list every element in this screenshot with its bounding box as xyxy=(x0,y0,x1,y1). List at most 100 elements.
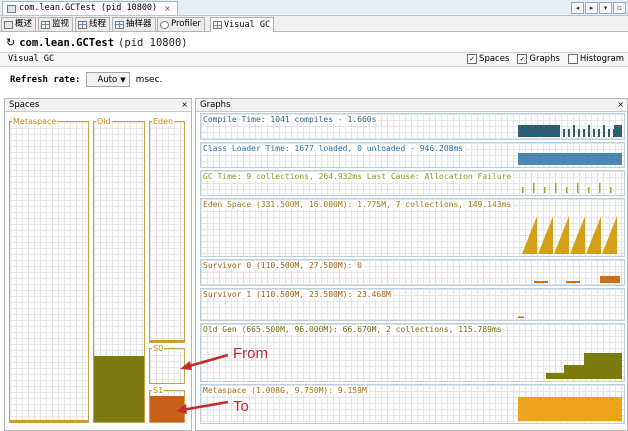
spaces-option[interactable]: ✓ Spaces xyxy=(467,54,509,64)
graphs-panel-header: Graphs × xyxy=(196,99,627,112)
tab-monitor[interactable]: 监视 xyxy=(38,17,74,31)
graph-bar xyxy=(608,129,610,137)
graph-bar xyxy=(599,183,601,193)
graph-label: GC Time: 9 collections, 264.932ms Last C… xyxy=(203,172,514,181)
s1-label: S1 xyxy=(152,386,165,395)
spaces-checkbox[interactable]: ✓ xyxy=(467,54,478,64)
application-header: ↻ com.lean.GCTest (pid 10800) xyxy=(6,36,188,49)
metaspace-label: Metaspace xyxy=(12,117,58,126)
from-annotation: From xyxy=(233,345,268,362)
graph-row: GC Time: 9 collections, 264.932ms Last C… xyxy=(200,170,625,196)
graph-bar xyxy=(603,125,605,137)
graph-bar xyxy=(598,129,600,137)
graph-plot xyxy=(522,183,612,193)
graph-bar xyxy=(534,281,548,283)
graph-bar xyxy=(566,281,580,283)
close-tab-icon[interactable]: × xyxy=(164,2,171,15)
visual-gc-label: Visual GC xyxy=(8,54,55,64)
graph-bar xyxy=(588,187,590,193)
tab-label: Profiler xyxy=(171,19,201,29)
tab-label: 监视 xyxy=(52,19,70,29)
monitor-icon xyxy=(41,20,50,29)
refresh-rate-row: Refresh rate: Auto ▼ msec. xyxy=(10,72,162,87)
graph-row: Metaspace (1.008G, 9.750M): 9.159M xyxy=(200,384,625,424)
threads-icon xyxy=(78,20,87,29)
spaces-panel: Spaces × Metaspace Old Eden S0 S1 xyxy=(4,98,192,431)
graph-bar xyxy=(610,187,612,193)
graph-bar xyxy=(544,187,546,193)
graph-bar xyxy=(522,187,524,193)
graph-bar xyxy=(564,365,584,379)
metaspace-fill xyxy=(10,420,88,422)
graph-bar xyxy=(555,183,557,193)
graph-bar xyxy=(600,276,620,283)
graph-bar xyxy=(584,353,622,379)
graph-plot xyxy=(518,397,622,421)
graph-bar xyxy=(518,397,622,421)
histogram-checkbox[interactable] xyxy=(567,54,578,64)
graph-plot xyxy=(522,216,617,254)
tab-profiler[interactable]: Profiler xyxy=(157,17,205,31)
graph-bar xyxy=(518,316,524,318)
scroll-right-button[interactable]: ▸ xyxy=(585,2,598,14)
sampler-icon xyxy=(115,20,124,29)
close-icon[interactable]: × xyxy=(181,99,188,111)
graph-label: Survivor 1 (110.500M, 23.500M): 23.468M xyxy=(203,290,393,299)
visual-gc-icon xyxy=(213,21,222,29)
graph-label: Metaspace (1.008G, 9.750M): 9.159M xyxy=(203,386,369,395)
graph-row: Compile Time: 1041 compiles - 1.660s xyxy=(200,113,625,140)
application-pid: (pid 10800) xyxy=(118,36,188,49)
graphs-panel-title: Graphs xyxy=(200,100,231,110)
refresh-rate-label: Refresh rate: xyxy=(10,74,81,85)
spaces-option-label: Spaces xyxy=(479,54,510,64)
s1-fill xyxy=(150,395,184,422)
graph-bar xyxy=(614,125,622,137)
graphs-option-label: Graphs xyxy=(529,54,560,64)
eden-fill xyxy=(150,340,184,342)
graphs-option[interactable]: ✓ Graphs xyxy=(517,54,560,64)
graph-bar xyxy=(563,129,565,137)
tab-visual-gc[interactable]: Visual GC xyxy=(210,17,275,32)
tab-sampler[interactable]: 抽样器 xyxy=(112,17,156,31)
refresh-rate-select[interactable]: Auto ▼ xyxy=(86,72,130,87)
graph-sawtooth xyxy=(538,216,553,254)
old-label: Old xyxy=(96,117,112,126)
metaspace-space: Metaspace xyxy=(9,117,89,423)
eden-label: Eden xyxy=(152,117,175,126)
eden-space: Eden xyxy=(149,117,185,343)
tab-label: Visual GC xyxy=(224,19,271,30)
view-tabs: 概述 监视 线程 抽样器 Profiler Visual GC xyxy=(0,16,628,32)
graph-sawtooth xyxy=(522,216,537,254)
maximize-button[interactable]: ▫ xyxy=(613,2,626,14)
application-title: com.lean.GCTest xyxy=(19,36,115,49)
visual-gc-toolbar: Visual GC ✓ Spaces ✓ Graphs Histogram xyxy=(0,52,628,67)
graph-bar xyxy=(533,183,535,193)
window-buttons: ◂ ▸ ▾ ▫ xyxy=(571,2,626,14)
view-options: ✓ Spaces ✓ Graphs Histogram xyxy=(467,54,624,64)
graph-plot xyxy=(518,316,524,318)
document-tab-label: com.lean.GCTest (pid 10800) xyxy=(19,3,158,13)
close-icon[interactable]: × xyxy=(617,99,624,111)
old-space: Old xyxy=(93,117,145,423)
graph-sawtooth xyxy=(602,216,617,254)
scroll-left-button[interactable]: ◂ xyxy=(571,2,584,14)
document-tab-bar: com.lean.GCTest (pid 10800) × ◂ ▸ ▾ ▫ xyxy=(0,0,628,16)
graph-bar xyxy=(583,129,585,137)
profiler-icon xyxy=(160,20,169,29)
graph-bar xyxy=(568,129,570,137)
tab-overview[interactable]: 概述 xyxy=(1,17,37,31)
graphs-checkbox[interactable]: ✓ xyxy=(517,54,528,64)
graph-label: Class Loader Time: 1677 loaded, 0 unload… xyxy=(203,144,466,153)
graph-row: Class Loader Time: 1677 loaded, 0 unload… xyxy=(200,142,625,168)
graph-label: Eden Space (331.500M, 16.000M): 1.775M, … xyxy=(203,200,514,209)
histogram-option[interactable]: Histogram xyxy=(567,54,624,64)
s1-space: S1 xyxy=(149,386,185,423)
tab-label: 线程 xyxy=(89,19,107,29)
list-tabs-button[interactable]: ▾ xyxy=(599,2,612,14)
document-tab[interactable]: com.lean.GCTest (pid 10800) × xyxy=(2,1,178,15)
tab-threads[interactable]: 线程 xyxy=(75,17,111,31)
histogram-option-label: Histogram xyxy=(579,54,624,64)
chevron-down-icon: ▼ xyxy=(120,75,126,84)
spaces-panel-title: Spaces xyxy=(9,100,40,110)
graph-bar xyxy=(573,125,575,137)
